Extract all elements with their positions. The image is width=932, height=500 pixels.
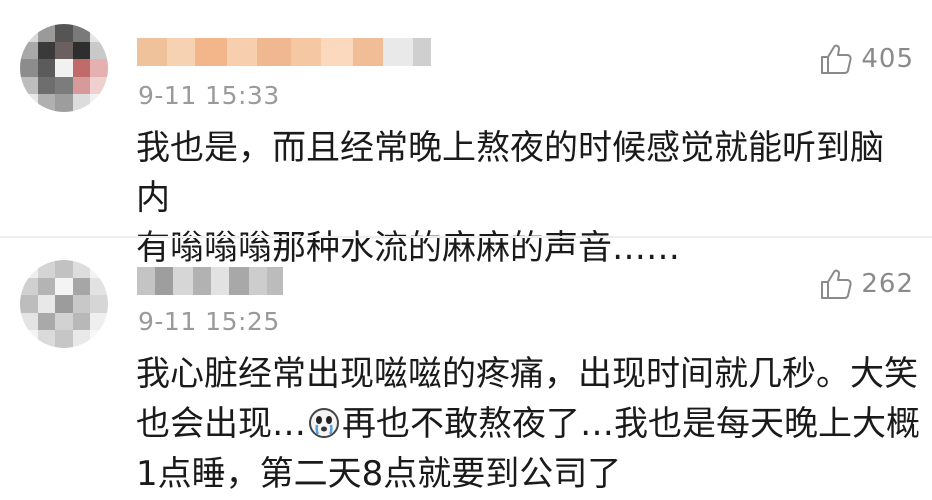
blurred-avatar-image [20, 260, 108, 348]
thumbs-up-icon [821, 44, 852, 74]
like-button[interactable]: 262 [819, 267, 914, 301]
comment-line: 我心脏经常出现嗞嗞的疼痛，出现时间就几秒。大笑 [136, 354, 918, 394]
comment-line: 我也是，而且经常晚上熬夜的时候感觉就能听到脑内 [136, 128, 884, 218]
comment-line-part: 再也不敢熬夜了…我也是每天晚上大概 [342, 404, 920, 444]
blurred-avatar-image [20, 24, 108, 112]
comment-timestamp: 9-11 15:25 [138, 307, 280, 336]
username-blurred[interactable] [137, 267, 283, 295]
username-blurred[interactable] [137, 38, 431, 66]
comment-line-part: 也会出现… [136, 404, 306, 444]
comment-timestamp: 9-11 15:33 [138, 81, 280, 110]
comment-item: 9-11 15:33 405 我也是，而且经常晚上熬夜的时候感觉就能听到脑内 有… [0, 0, 932, 268]
avatar[interactable] [20, 260, 108, 348]
like-count: 405 [861, 44, 914, 74]
comment-line: 1点睡，第二天8点就要到公司了 [136, 454, 622, 494]
like-button[interactable]: 405 [819, 42, 914, 76]
comment-list: 9-11 15:33 405 我也是，而且经常晚上熬夜的时候感觉就能听到脑内 有… [0, 0, 932, 500]
comment-body: 我心脏经常出现嗞嗞的疼痛，出现时间就几秒。大笑 也会出现… 再也不敢熬夜了…我也… [136, 349, 922, 499]
avatar[interactable] [20, 24, 108, 112]
comment-item: 9-11 15:25 262 我心脏经常出现嗞嗞的疼痛，出现时间就几秒。大笑 也… [0, 238, 932, 500]
thumbs-up-icon [821, 269, 852, 299]
like-count: 262 [861, 269, 914, 299]
crying-face-icon [309, 408, 339, 438]
